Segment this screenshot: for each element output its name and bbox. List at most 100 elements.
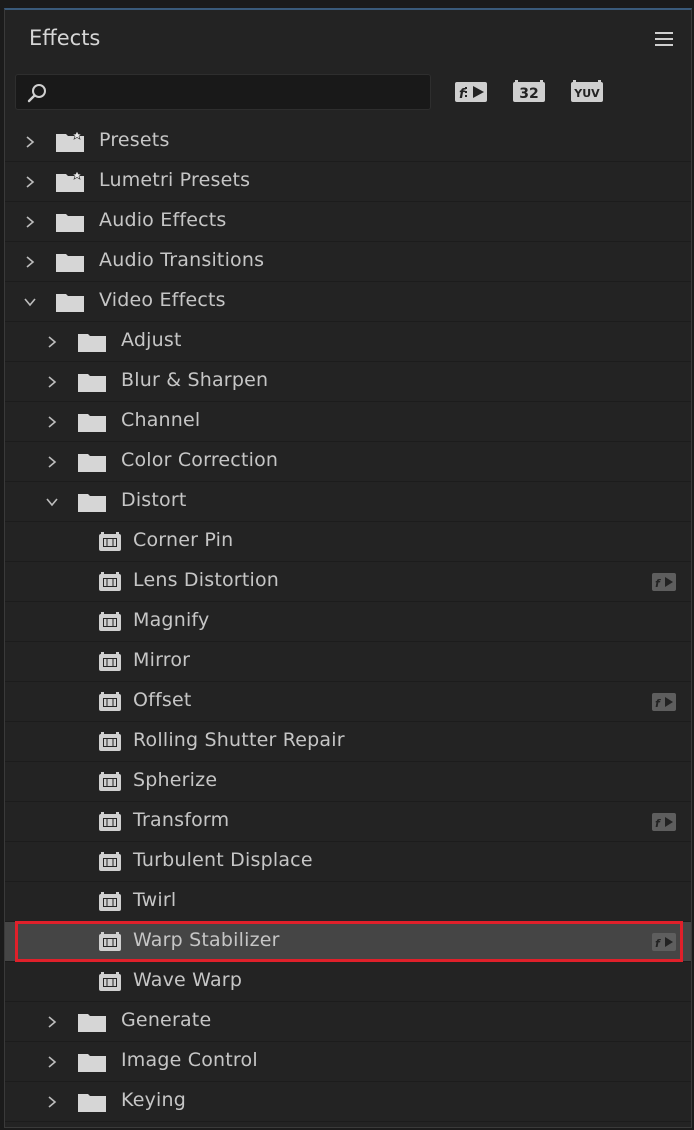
video-effect-icon <box>97 931 123 953</box>
folder-item-color-correction[interactable]: Color Correction <box>5 442 691 482</box>
video-effect-icon <box>97 971 123 993</box>
folder-icon <box>55 291 85 313</box>
chevron-right-icon[interactable] <box>45 1054 59 1068</box>
tree-item-label: Corner Pin <box>133 529 234 551</box>
tree-item-label: Rolling Shutter Repair <box>133 729 345 751</box>
folder-item-audio-effects[interactable]: Audio Effects <box>5 202 691 242</box>
tree-item-label: Keying <box>121 1089 187 1111</box>
chevron-right-icon[interactable] <box>45 1014 59 1028</box>
video-effect-icon <box>97 891 123 913</box>
video-effect-icon <box>97 531 123 553</box>
tree-item-label: Wave Warp <box>133 969 243 991</box>
effect-item-rolling-shutter-repair[interactable]: Rolling Shutter Repair <box>5 722 691 762</box>
video-effect-icon <box>97 691 123 713</box>
accelerated-effect-icon: f <box>651 812 677 832</box>
tree-item-label: Twirl <box>133 889 177 911</box>
chevron-down-icon[interactable] <box>45 494 59 508</box>
panel-header: Effects <box>5 10 691 70</box>
folder-item-image-control[interactable]: Image Control <box>5 1042 691 1082</box>
video-effect-icon <box>97 771 123 793</box>
folder-icon <box>77 451 107 473</box>
chevron-right-icon[interactable] <box>23 134 37 148</box>
folder-icon <box>77 1091 107 1113</box>
tree-item-label: Presets <box>99 129 170 151</box>
chevron-right-icon[interactable] <box>45 454 59 468</box>
tree-item-label: Color Correction <box>121 449 279 471</box>
accelerated-effect-icon: f <box>651 692 677 712</box>
tree-item-label: Warp Stabilizer <box>133 929 280 951</box>
search-icon <box>27 84 46 103</box>
effect-item-lens-distortion[interactable]: Lens Distortion f <box>5 562 691 602</box>
folder-item-blur-and-sharpen[interactable]: Blur & Sharpen <box>5 362 691 402</box>
folder-icon <box>77 1051 107 1073</box>
tree-item-label: Turbulent Displace <box>133 849 313 871</box>
tree-item-label: Mirror <box>133 649 191 671</box>
tree-item-label: Lumetri Presets <box>99 169 251 191</box>
tree-item-label: Distort <box>121 489 187 511</box>
accelerated-effect-icon: f <box>651 932 677 952</box>
folder-icon <box>77 411 107 433</box>
chevron-down-icon[interactable] <box>23 294 37 308</box>
tree-item-label: Offset <box>133 689 192 711</box>
folder-item-generate[interactable]: Generate <box>5 1002 691 1042</box>
folder-item-audio-transitions[interactable]: Audio Transitions <box>5 242 691 282</box>
effect-item-mirror[interactable]: Mirror <box>5 642 691 682</box>
folder-item-distort[interactable]: Distort <box>5 482 691 522</box>
chevron-right-icon[interactable] <box>45 334 59 348</box>
video-effect-icon <box>97 731 123 753</box>
effect-item-offset[interactable]: Offset f <box>5 682 691 722</box>
tree-item-label: Blur & Sharpen <box>121 369 269 391</box>
effects-tree: Presets Lumetri Presets Audio Effects Audio… <box>5 122 691 1122</box>
effect-item-turbulent-displace[interactable]: Turbulent Displace <box>5 842 691 882</box>
folder-item-presets[interactable]: Presets <box>5 122 691 162</box>
tree-item-label: Audio Transitions <box>99 249 265 271</box>
preset-folder-icon <box>55 170 85 193</box>
chevron-right-icon[interactable] <box>23 214 37 228</box>
tree-item-label: Adjust <box>121 329 182 351</box>
chevron-right-icon[interactable] <box>45 414 59 428</box>
effect-item-spherize[interactable]: Spherize <box>5 762 691 802</box>
tree-item-label: Image Control <box>121 1049 258 1071</box>
folder-item-channel[interactable]: Channel <box>5 402 691 442</box>
tree-item-label: Video Effects <box>99 289 226 311</box>
search-box[interactable] <box>15 74 431 110</box>
video-effect-icon <box>97 651 123 673</box>
video-effect-icon <box>97 811 123 833</box>
effect-item-magnify[interactable]: Magnify <box>5 602 691 642</box>
folder-item-adjust[interactable]: Adjust <box>5 322 691 362</box>
yuv-filter-button[interactable]: YUV <box>569 78 605 106</box>
tree-item-label: Spherize <box>133 769 218 791</box>
effect-item-twirl[interactable]: Twirl <box>5 882 691 922</box>
svg-text:32: 32 <box>519 86 538 102</box>
folder-icon <box>55 251 85 273</box>
32-bit-icon: 32 <box>513 80 545 102</box>
chevron-right-icon[interactable] <box>23 174 37 188</box>
search-input[interactable] <box>56 79 420 107</box>
video-effect-icon <box>97 571 123 593</box>
effects-panel: Effects f 32 YUV Presets Lumetri Presets… <box>4 8 692 1128</box>
chevron-right-icon[interactable] <box>45 1094 59 1108</box>
folder-item-lumetri-presets[interactable]: Lumetri Presets <box>5 162 691 202</box>
tree-item-label: Lens Distortion <box>133 569 280 591</box>
tree-item-label: Transform <box>133 809 230 831</box>
folder-icon <box>77 1011 107 1033</box>
accelerated-effect-icon: f <box>651 572 677 592</box>
32-bit-color-filter-button[interactable]: 32 <box>511 78 547 106</box>
effect-item-corner-pin[interactable]: Corner Pin <box>5 522 691 562</box>
folder-item-video-effects[interactable]: Video Effects <box>5 282 691 322</box>
folder-icon <box>77 331 107 353</box>
effect-item-transform[interactable]: Transform f <box>5 802 691 842</box>
tree-item-label: Generate <box>121 1009 212 1031</box>
hamburger-menu-icon[interactable] <box>655 32 673 48</box>
folder-item-keying[interactable]: Keying <box>5 1082 691 1122</box>
chevron-right-icon[interactable] <box>23 254 37 268</box>
effect-item-wave-warp[interactable]: Wave Warp <box>5 962 691 1002</box>
folder-icon <box>55 211 85 233</box>
chevron-right-icon[interactable] <box>45 374 59 388</box>
folder-icon <box>77 371 107 393</box>
accelerated-effects-filter-button[interactable]: f <box>453 78 489 106</box>
effect-item-warp-stabilizer[interactable]: Warp Stabilizer f <box>5 921 691 962</box>
panel-title[interactable]: Effects <box>29 26 100 50</box>
tree-item-label: Magnify <box>133 609 210 631</box>
yuv-icon: YUV <box>571 80 603 102</box>
